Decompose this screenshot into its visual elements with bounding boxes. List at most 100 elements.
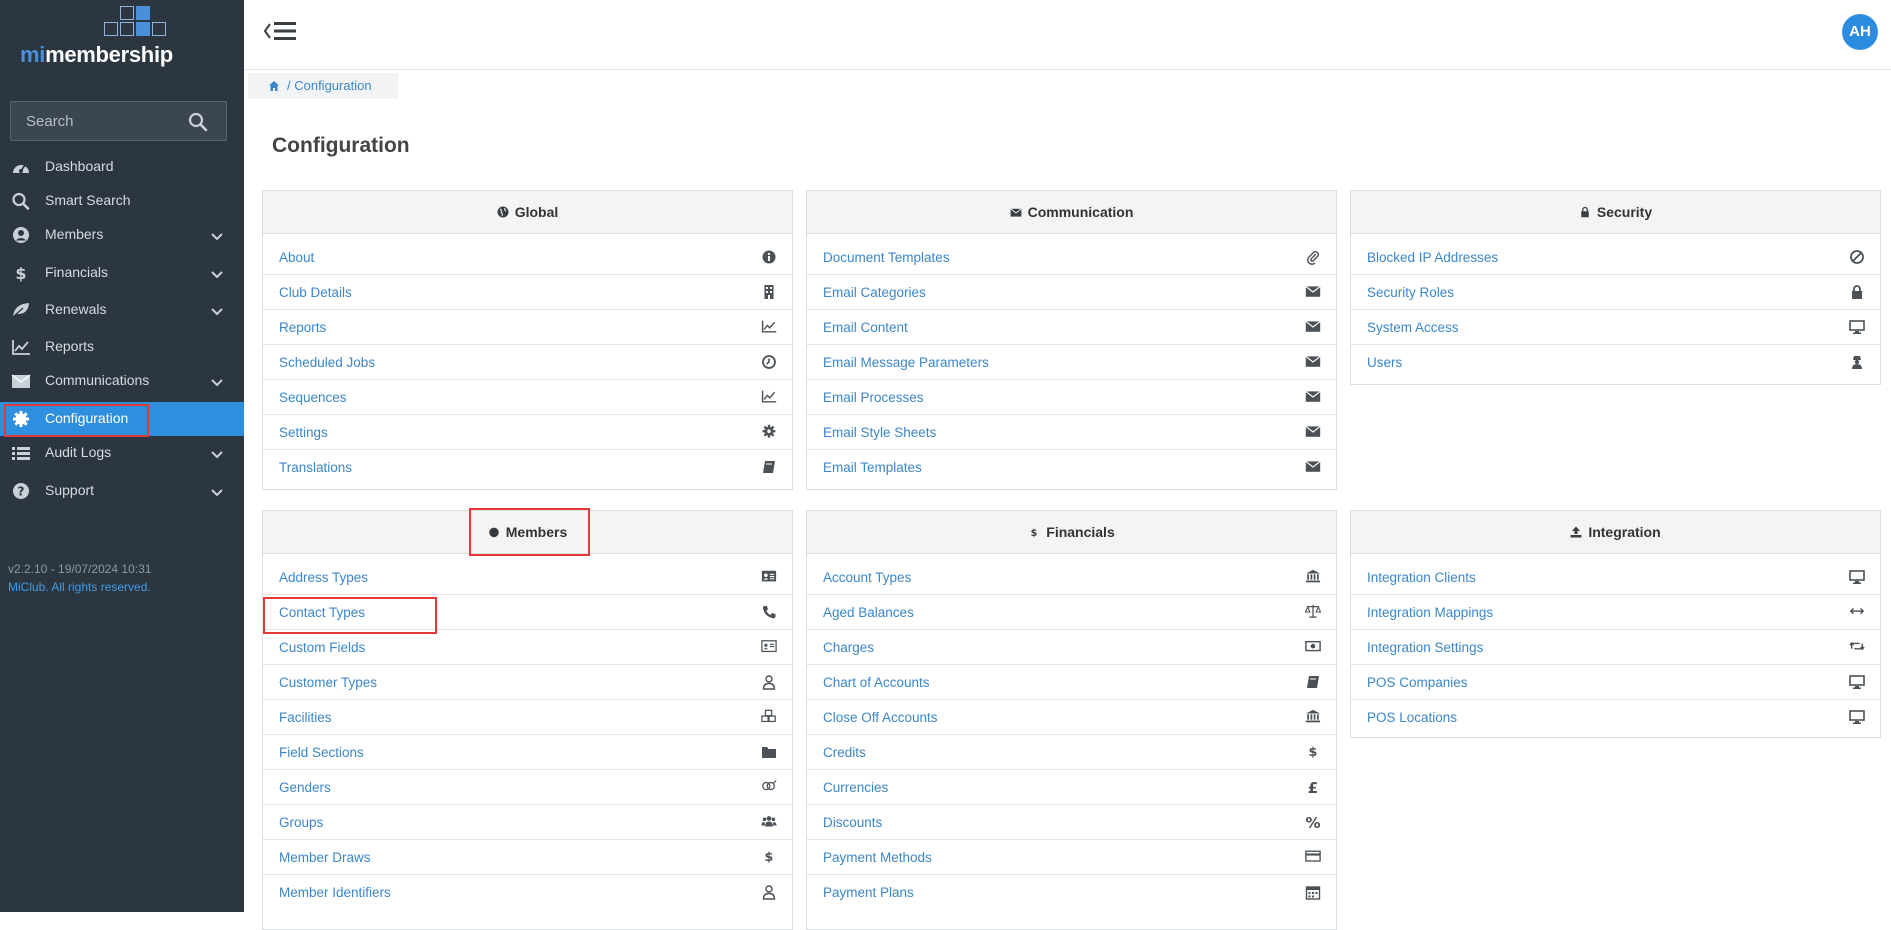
config-item-label[interactable]: Payment Methods: [823, 850, 932, 865]
config-item-scheduled-jobs[interactable]: Scheduled Jobs: [263, 345, 792, 380]
config-item-label[interactable]: Email Processes: [823, 390, 924, 405]
mimembership-logo[interactable]: mimembership: [20, 6, 180, 67]
config-item-label[interactable]: Payment Plans: [823, 885, 914, 900]
home-icon[interactable]: [268, 80, 280, 92]
config-item-label[interactable]: Credits: [823, 745, 866, 760]
config-item-custom-fields[interactable]: Custom Fields: [263, 630, 792, 665]
config-item-label[interactable]: Genders: [279, 780, 331, 795]
config-item-reports[interactable]: Reports: [263, 310, 792, 345]
sidebar-item-reports[interactable]: Reports: [0, 330, 244, 364]
config-item-payment-methods[interactable]: Payment Methods: [807, 840, 1336, 875]
config-item-label[interactable]: Security Roles: [1367, 285, 1454, 300]
config-item-label[interactable]: Aged Balances: [823, 605, 914, 620]
config-item-label[interactable]: Custom Fields: [279, 640, 365, 655]
copyright-link[interactable]: MiClub. All rights reserved.: [8, 580, 151, 594]
config-item-label[interactable]: Field Sections: [279, 745, 364, 760]
config-item-about[interactable]: About: [263, 240, 792, 275]
config-item-label[interactable]: Groups: [279, 815, 323, 830]
chevron-down-icon[interactable]: [210, 375, 224, 387]
config-item-label[interactable]: Sequences: [279, 390, 347, 405]
config-item-integration-settings[interactable]: Integration Settings: [1351, 630, 1880, 665]
sidebar-item-audit-logs[interactable]: Audit Logs: [0, 436, 244, 470]
config-item-email-categories[interactable]: Email Categories: [807, 275, 1336, 310]
chevron-down-icon[interactable]: [210, 229, 224, 241]
config-item-label[interactable]: Integration Clients: [1367, 570, 1476, 585]
config-item-address-types[interactable]: Address Types: [263, 560, 792, 595]
sidebar-item-communications[interactable]: Communications: [0, 364, 244, 398]
search-icon[interactable]: [188, 112, 208, 132]
config-item-label[interactable]: POS Companies: [1367, 675, 1468, 690]
config-item-aged-balances[interactable]: Aged Balances: [807, 595, 1336, 630]
sidebar-search-input[interactable]: [11, 102, 196, 140]
config-item-discounts[interactable]: Discounts%: [807, 805, 1336, 840]
config-item-label[interactable]: Reports: [279, 320, 326, 335]
config-item-payment-plans[interactable]: Payment Plans: [807, 875, 1336, 909]
config-item-label[interactable]: Currencies: [823, 780, 888, 795]
config-item-blocked-ip-addresses[interactable]: Blocked IP Addresses: [1351, 240, 1880, 275]
config-item-label[interactable]: Scheduled Jobs: [279, 355, 375, 370]
config-item-label[interactable]: Discounts: [823, 815, 882, 830]
chevron-down-icon[interactable]: [210, 267, 224, 279]
sidebar-item-financials[interactable]: $ Financials: [0, 256, 244, 290]
config-item-sequences[interactable]: Sequences: [263, 380, 792, 415]
config-item-email-style-sheets[interactable]: Email Style Sheets: [807, 415, 1336, 450]
config-item-label[interactable]: Email Content: [823, 320, 908, 335]
config-item-email-processes[interactable]: Email Processes: [807, 380, 1336, 415]
config-item-chart-of-accounts[interactable]: Chart of Accounts: [807, 665, 1336, 700]
config-item-label[interactable]: Users: [1367, 355, 1402, 370]
config-item-users[interactable]: Users: [1351, 345, 1880, 379]
config-item-label[interactable]: System Access: [1367, 320, 1459, 335]
config-item-currencies[interactable]: Currencies £: [807, 770, 1336, 805]
config-item-label[interactable]: Email Message Parameters: [823, 355, 989, 370]
config-item-field-sections[interactable]: Field Sections: [263, 735, 792, 770]
chevron-down-icon[interactable]: [210, 485, 224, 497]
config-item-label[interactable]: Contact Types: [279, 605, 365, 620]
config-item-label[interactable]: Translations: [279, 460, 352, 475]
user-avatar[interactable]: AH: [1842, 14, 1878, 50]
config-item-integration-mappings[interactable]: Integration Mappings: [1351, 595, 1880, 630]
sidebar-item-smart-search[interactable]: Smart Search: [0, 184, 244, 218]
config-item-customer-types[interactable]: Customer Types: [263, 665, 792, 700]
config-item-system-access[interactable]: System Access: [1351, 310, 1880, 345]
sidebar-toggle-icon[interactable]: [264, 20, 298, 42]
config-item-label[interactable]: Facilities: [279, 710, 332, 725]
config-item-label[interactable]: Chart of Accounts: [823, 675, 930, 690]
config-item-label[interactable]: About: [279, 250, 314, 265]
config-item-club-details[interactable]: Club Details: [263, 275, 792, 310]
breadcrumb-current[interactable]: / Configuration: [287, 73, 372, 99]
config-item-account-types[interactable]: Account Types: [807, 560, 1336, 595]
config-item-email-content[interactable]: Email Content: [807, 310, 1336, 345]
config-item-document-templates[interactable]: Document Templates: [807, 240, 1336, 275]
sidebar-item-dashboard[interactable]: Dashboard: [0, 150, 244, 184]
config-item-member-draws[interactable]: Member Draws $: [263, 840, 792, 875]
config-item-label[interactable]: Integration Settings: [1367, 640, 1483, 655]
config-item-settings[interactable]: Settings: [263, 415, 792, 450]
config-item-facilities[interactable]: Facilities: [263, 700, 792, 735]
config-item-groups[interactable]: Groups: [263, 805, 792, 840]
sidebar-item-support[interactable]: ? Support: [0, 474, 244, 508]
config-item-label[interactable]: Email Style Sheets: [823, 425, 936, 440]
sidebar-item-renewals[interactable]: Renewals: [0, 293, 244, 327]
config-item-label[interactable]: Charges: [823, 640, 874, 655]
config-item-contact-types[interactable]: Contact Types: [263, 595, 792, 630]
config-item-charges[interactable]: Charges: [807, 630, 1336, 665]
config-item-label[interactable]: Blocked IP Addresses: [1367, 250, 1498, 265]
config-item-credits[interactable]: Credits $: [807, 735, 1336, 770]
config-item-label[interactable]: Email Categories: [823, 285, 926, 300]
config-item-label[interactable]: Integration Mappings: [1367, 605, 1493, 620]
config-item-member-identifiers[interactable]: Member Identifiers: [263, 875, 792, 909]
config-item-label[interactable]: Account Types: [823, 570, 911, 585]
chevron-down-icon[interactable]: [210, 304, 224, 316]
config-item-close-off-accounts[interactable]: Close Off Accounts: [807, 700, 1336, 735]
config-item-label[interactable]: Member Draws: [279, 850, 371, 865]
config-item-pos-locations[interactable]: POS Locations: [1351, 700, 1880, 734]
config-item-email-templates[interactable]: Email Templates: [807, 450, 1336, 484]
config-item-label[interactable]: POS Locations: [1367, 710, 1457, 725]
config-item-translations[interactable]: Translations: [263, 450, 792, 484]
sidebar-item-members[interactable]: Members: [0, 218, 244, 252]
config-item-label[interactable]: Club Details: [279, 285, 352, 300]
config-item-integration-clients[interactable]: Integration Clients: [1351, 560, 1880, 595]
config-item-email-message-parameters[interactable]: Email Message Parameters: [807, 345, 1336, 380]
config-item-label[interactable]: Address Types: [279, 570, 368, 585]
config-item-label[interactable]: Close Off Accounts: [823, 710, 938, 725]
